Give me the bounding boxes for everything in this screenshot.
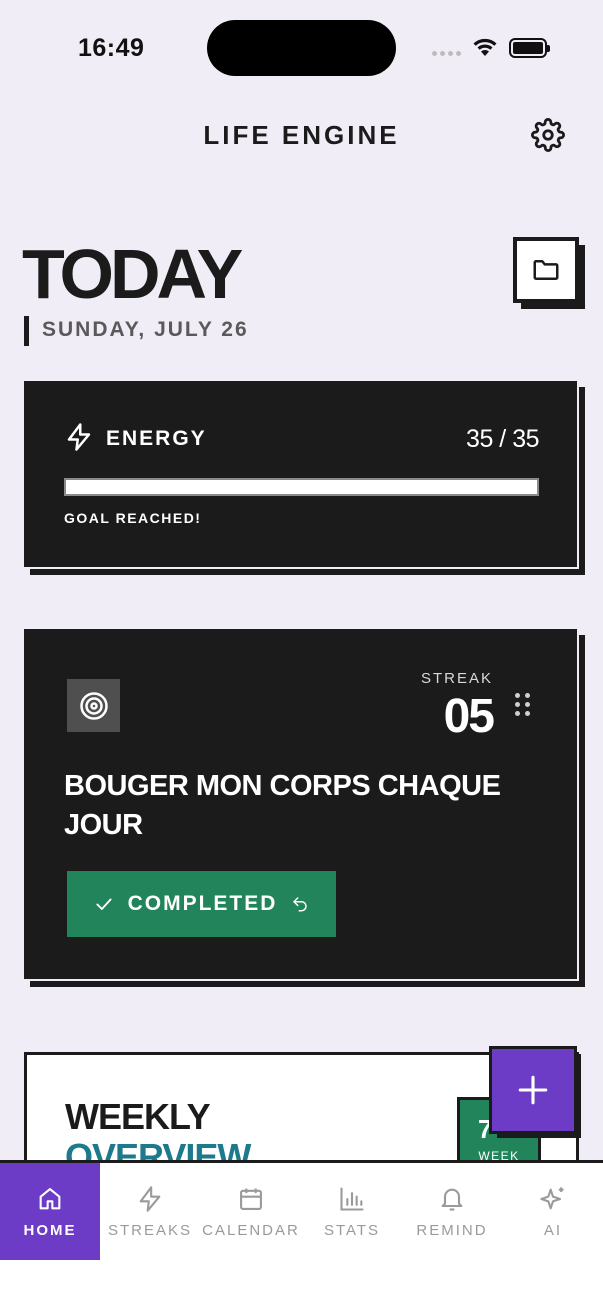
add-habit-button[interactable] bbox=[489, 1046, 577, 1134]
drag-handle-icon[interactable] bbox=[515, 693, 530, 716]
app-title: LIFE ENGINE bbox=[203, 120, 400, 150]
gear-icon[interactable] bbox=[531, 118, 565, 152]
folder-button[interactable] bbox=[513, 237, 579, 303]
calendar-icon bbox=[240, 1188, 262, 1210]
dynamic-island bbox=[207, 20, 396, 76]
completed-label: COMPLETED bbox=[127, 892, 278, 915]
cellular-signal-icon bbox=[432, 51, 461, 56]
tab-streaks-label: STREAKS bbox=[107, 1222, 193, 1239]
habit-name: BOUGER MON CORPS CHAQUE JOUR bbox=[64, 770, 501, 841]
energy-label: ENERGY bbox=[106, 427, 207, 450]
check-icon bbox=[95, 898, 112, 910]
home-icon bbox=[39, 1188, 61, 1210]
tab-remind-label: REMIND bbox=[416, 1222, 488, 1239]
tab-ai[interactable]: AI bbox=[503, 1163, 603, 1260]
sparkle-icon bbox=[540, 1187, 564, 1210]
streak-value: 05 bbox=[443, 690, 495, 743]
tab-home[interactable]: HOME bbox=[0, 1163, 100, 1260]
wifi-icon bbox=[473, 38, 497, 56]
energy-status: GOAL REACHED! bbox=[64, 510, 202, 526]
date-accent-bar bbox=[24, 316, 29, 346]
weekly-title: WEEKLY bbox=[65, 1096, 211, 1137]
plus-icon bbox=[518, 1075, 548, 1105]
energy-progress-fill bbox=[66, 480, 537, 494]
page-title: TODAY bbox=[22, 235, 243, 313]
bar-chart-icon bbox=[340, 1187, 364, 1211]
tab-calendar[interactable]: CALENDAR bbox=[201, 1163, 301, 1260]
tab-calendar-label: CALENDAR bbox=[202, 1222, 300, 1239]
folder-icon bbox=[533, 260, 559, 280]
bolt-icon bbox=[139, 1186, 161, 1212]
energy-value: 35 / 35 bbox=[466, 425, 539, 453]
undo-icon bbox=[293, 897, 308, 912]
target-icon bbox=[79, 691, 108, 720]
date-subtitle: SUNDAY, JULY 26 bbox=[42, 318, 249, 341]
habit-card[interactable]: STREAK 05 BOUGER MON CORPS CHAQUE JOUR C… bbox=[24, 629, 579, 981]
tab-remind[interactable]: REMIND bbox=[402, 1163, 502, 1260]
status-time: 16:49 bbox=[78, 34, 145, 62]
tab-home-label: HOME bbox=[23, 1222, 77, 1239]
battery-icon bbox=[509, 38, 550, 58]
tab-stats-label: STATS bbox=[323, 1222, 381, 1239]
bell-icon bbox=[441, 1188, 463, 1211]
tab-stats[interactable]: STATS bbox=[302, 1163, 402, 1260]
completed-button[interactable]: COMPLETED bbox=[67, 871, 336, 937]
bottom-tab-bar: HOME STREAKS CALENDAR STATS REMIND AI bbox=[0, 1160, 603, 1311]
energy-card: ENERGY 35 / 35 GOAL REACHED! bbox=[24, 381, 579, 569]
bolt-icon bbox=[67, 423, 91, 451]
energy-progress-bar bbox=[64, 478, 539, 496]
habit-icon-box bbox=[67, 679, 120, 732]
tab-streaks[interactable]: STREAKS bbox=[100, 1163, 200, 1260]
streak-label: STREAK bbox=[420, 670, 493, 687]
tab-ai-label: AI bbox=[543, 1222, 563, 1239]
